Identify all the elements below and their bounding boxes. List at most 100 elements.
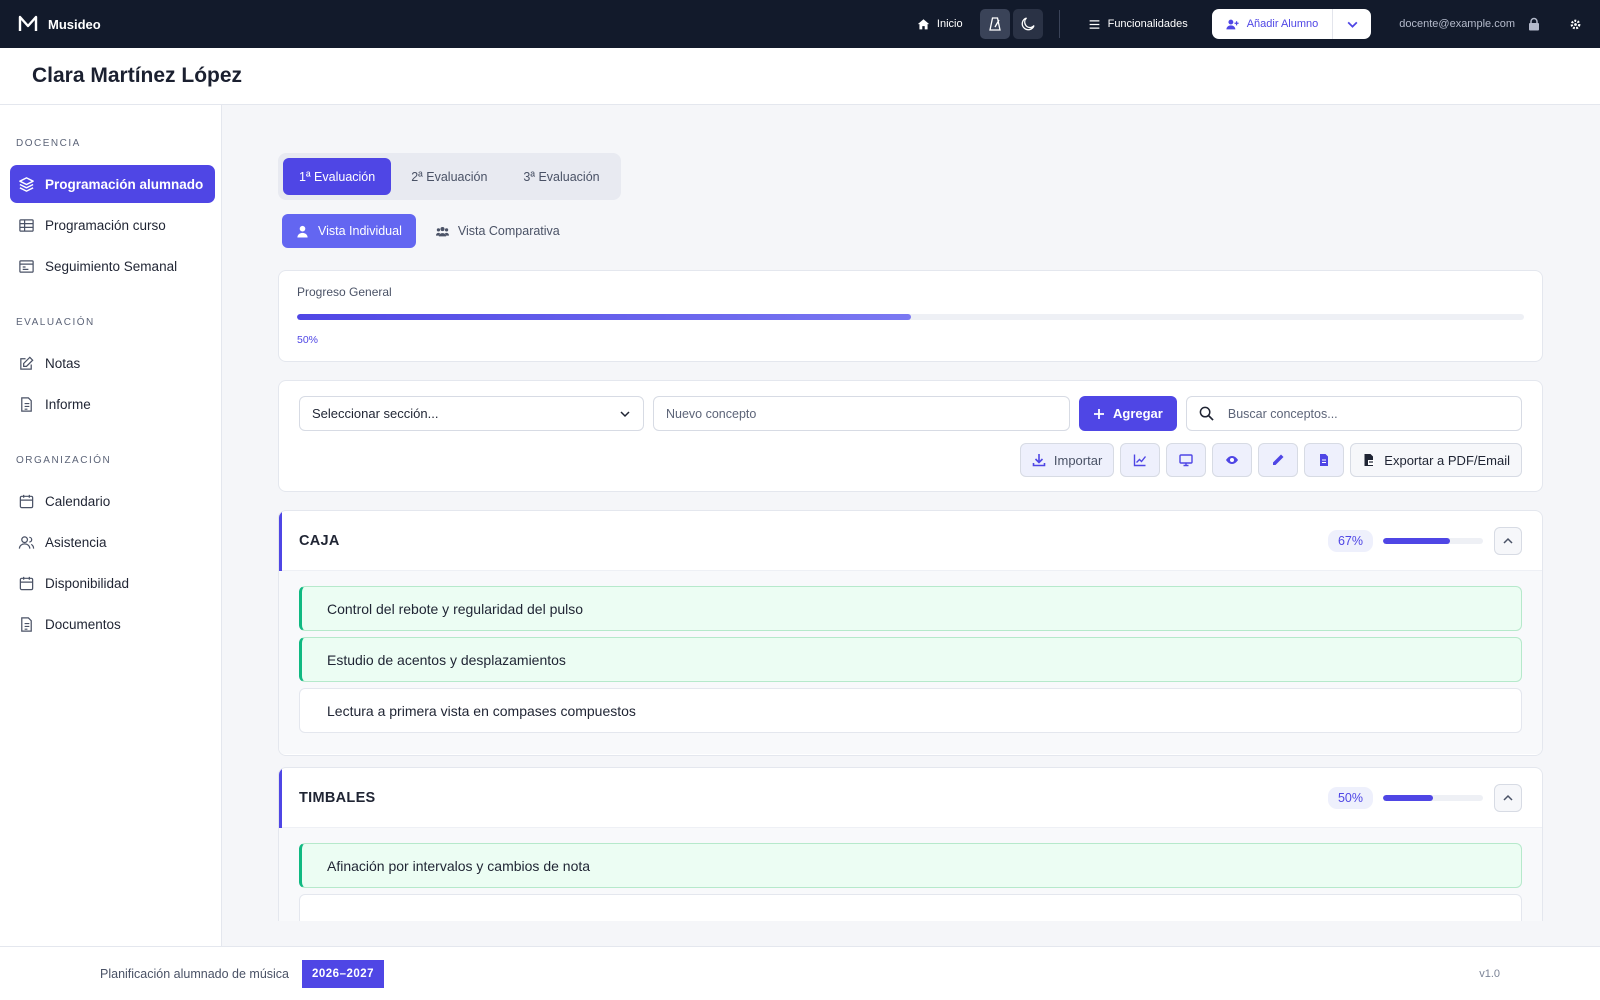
search-icon: [1199, 406, 1214, 421]
export-pdf-email-button[interactable]: Exportar a PDF/Email: [1350, 443, 1522, 477]
comparative-view-button[interactable]: Vista Comparativa: [422, 214, 574, 248]
sidebar-item-calendario[interactable]: Calendario: [10, 482, 215, 520]
footer: Planificación alumnado de música 2026–20…: [0, 946, 1600, 1000]
sidebar-item-documentos[interactable]: Documentos: [10, 605, 215, 643]
plus-icon: [1094, 408, 1104, 419]
display-button[interactable]: [1166, 443, 1207, 477]
section-progress-fill: [1383, 794, 1433, 801]
features-menu[interactable]: Funcionalidades: [1074, 18, 1202, 31]
section-select[interactable]: Seleccionar sección...: [299, 396, 644, 431]
sidebar-section-docencia: DOCENCIA: [16, 138, 81, 149]
export-label: Exportar a PDF/Email: [1384, 452, 1510, 468]
brand-name: Musideo: [48, 16, 101, 32]
individual-view-button[interactable]: Vista Individual: [282, 214, 416, 248]
collapse-button[interactable]: [1494, 783, 1522, 812]
home-link[interactable]: Inicio: [903, 18, 977, 31]
sidebar: DOCENCIA Programación alumnado Programac…: [0, 105, 222, 946]
search-concepts-input[interactable]: Buscar conceptos...: [1185, 396, 1522, 431]
logo-icon: [18, 15, 38, 31]
progress-percent: 50%: [297, 334, 319, 346]
edit-button[interactable]: [1258, 443, 1299, 477]
section-title: TIMBALES: [299, 789, 376, 806]
calendar-icon: [19, 576, 34, 590]
import-button[interactable]: Importar: [1019, 443, 1115, 477]
lock-icon[interactable]: [1527, 17, 1541, 31]
metronome-button[interactable]: [979, 9, 1010, 39]
gear-icon[interactable]: [1569, 18, 1582, 31]
concept-item[interactable]: Control del rebote y regularidad del pul…: [299, 586, 1522, 631]
divider: [1058, 10, 1060, 38]
section-header[interactable]: CAJA 67%: [279, 511, 1542, 571]
section-caja: CAJA 67% Control del rebote y regularida…: [278, 510, 1543, 756]
sidebar-item-label: Programación curso: [45, 217, 166, 233]
document-button[interactable]: [1304, 443, 1345, 477]
sidebar-item-disponibilidad[interactable]: Disponibilidad: [10, 564, 215, 602]
sidebar-section-evaluacion: EVALUACIÓN: [16, 317, 95, 328]
individual-view-label: Vista Individual: [318, 224, 402, 238]
document-icon: [21, 396, 32, 412]
app-version: v1.0: [1479, 967, 1500, 980]
concept-item[interactable]: Afinación por intervalos y cambios de no…: [299, 843, 1522, 888]
section-body: Afinación por intervalos y cambios de no…: [279, 828, 1542, 921]
add-student-dropdown[interactable]: [1333, 9, 1371, 39]
sidebar-item-label: Programación alumnado: [45, 176, 204, 192]
section-progress-bar: [1383, 794, 1483, 801]
top-bar: Musideo Inicio Funcionalidades Añadir Al…: [0, 0, 1600, 48]
sidebar-item-programacion-alumnado[interactable]: Programación alumnado: [10, 165, 215, 203]
sidebar-item-label: Seguimiento Semanal: [45, 258, 178, 274]
section-percent-badge: 67%: [1327, 529, 1373, 552]
section-header[interactable]: TIMBALES 50%: [279, 768, 1542, 828]
preview-button[interactable]: [1212, 443, 1253, 477]
users-icon: [18, 535, 35, 549]
moon-icon: [1021, 17, 1035, 31]
sidebar-item-seguimiento-semanal[interactable]: Seguimiento Semanal: [10, 247, 215, 285]
eye-icon: [1226, 456, 1239, 464]
pencil-icon: [1273, 454, 1284, 465]
monitor-icon: [1179, 454, 1193, 467]
sidebar-item-label: Informe: [45, 396, 91, 412]
add-student-group: Añadir Alumno: [1211, 9, 1372, 39]
academic-year-badge: 2026–2027: [302, 959, 385, 988]
sidebar-item-asistencia[interactable]: Asistencia: [10, 523, 215, 561]
page-title: Clara Martínez López: [32, 64, 243, 87]
sidebar-item-notas[interactable]: Notas: [10, 344, 215, 382]
tab-evaluacion-2[interactable]: 2ª Evaluación: [395, 158, 503, 195]
section-percent-badge: 50%: [1327, 786, 1373, 809]
tab-evaluacion-1[interactable]: 1ª Evaluación: [283, 158, 392, 195]
metronome-icon: [988, 17, 1001, 31]
section-body: Control del rebote y regularidad del pul…: [279, 571, 1542, 754]
user-email: docente@example.com: [1399, 18, 1515, 30]
concept-item[interactable]: [299, 894, 1522, 921]
section-progress-fill: [1383, 537, 1450, 544]
file-icon: [1320, 454, 1329, 466]
main-content: 1ª Evaluación 2ª Evaluación 3ª Evaluació…: [222, 105, 1600, 921]
dark-mode-button[interactable]: [1012, 9, 1043, 39]
tab-evaluacion-3[interactable]: 3ª Evaluación: [507, 158, 615, 195]
concept-item[interactable]: Lectura a primera vista en compases comp…: [299, 688, 1522, 733]
progress-label: Progreso General: [297, 285, 392, 299]
calendar-icon: [19, 494, 34, 508]
collapse-button[interactable]: [1494, 526, 1522, 555]
sidebar-item-programacion-curso[interactable]: Programación curso: [10, 206, 215, 244]
new-concept-input[interactable]: Nuevo concepto: [653, 396, 1070, 431]
progress-bar: [297, 314, 1524, 320]
sidebar-item-informe[interactable]: Informe: [10, 385, 215, 423]
chevron-up-icon: [1503, 794, 1513, 801]
chart-button[interactable]: [1120, 443, 1161, 477]
user-plus-icon: [1226, 19, 1239, 29]
chevron-up-icon: [1503, 537, 1513, 544]
general-progress-card: Progreso General 50%: [278, 270, 1543, 362]
search-placeholder: Buscar conceptos...: [1227, 406, 1338, 421]
add-student-button[interactable]: Añadir Alumno: [1212, 9, 1334, 39]
brand[interactable]: Musideo: [18, 14, 101, 34]
concept-item[interactable]: Estudio de acentos y desplazamientos: [299, 637, 1522, 682]
evaluation-tabs: 1ª Evaluación 2ª Evaluación 3ª Evaluació…: [278, 153, 621, 200]
chevron-down-icon: [1347, 21, 1358, 28]
group-icon: [435, 226, 449, 236]
page-header: Clara Martínez López: [0, 48, 1600, 105]
features-label: Funcionalidades: [1107, 18, 1188, 30]
sidebar-item-label: Notas: [45, 355, 81, 371]
document-icon: [21, 616, 32, 632]
sidebar-item-label: Asistencia: [45, 534, 107, 550]
add-concept-button[interactable]: Agregar: [1079, 396, 1177, 431]
